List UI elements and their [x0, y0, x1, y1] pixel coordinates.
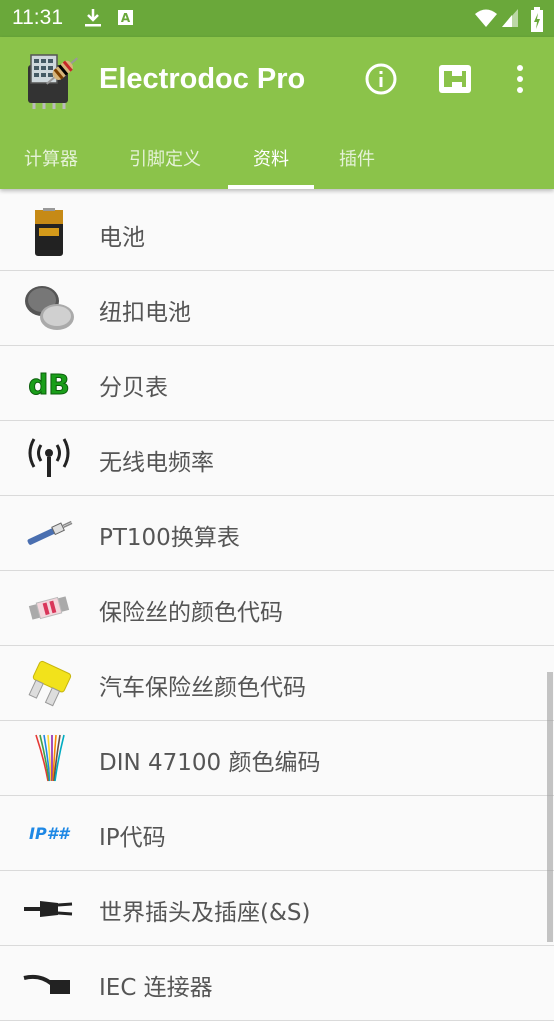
signal-icon	[502, 9, 518, 27]
info-icon[interactable]	[363, 61, 399, 97]
wires-icon	[35, 734, 65, 782]
overflow-menu-icon[interactable]	[502, 61, 538, 97]
a-icon: A	[118, 10, 133, 25]
svg-text:dB: dB	[28, 368, 69, 401]
tab-resources[interactable]: 资料	[253, 145, 289, 171]
app-title: Electrodoc Pro	[99, 63, 306, 95]
tab-plugins[interactable]: 插件	[339, 145, 375, 171]
list-item-label: IEC 连接器	[99, 975, 213, 1001]
car-fuse-icon	[28, 660, 72, 707]
status-bar: 11:31 A	[0, 0, 554, 37]
list-item-label: 世界插头及插座(&S)	[99, 900, 311, 926]
list-item-label: 保险丝的颜色代码	[99, 600, 283, 626]
scrollbar[interactable]	[547, 672, 553, 942]
list-item-coin-cell[interactable]: 纽扣电池	[0, 271, 554, 346]
iec-connector-icon	[23, 974, 70, 994]
coin-cell-icon	[25, 286, 74, 330]
db-icon: dB	[28, 368, 70, 402]
svg-text:IP##: IP##	[29, 824, 71, 843]
resource-list: 电池 纽扣电池 dB 分贝表 无线电频率 PT100换算表 保险丝的颜色代码 汽…	[0, 196, 554, 1021]
list-item-label: DIN 47100 颜色编码	[99, 750, 321, 776]
battery-status-icon	[531, 7, 543, 32]
list-item-label: 汽车保险丝颜色代码	[99, 675, 306, 701]
svg-text:A: A	[121, 11, 131, 25]
active-tab-indicator	[228, 185, 314, 189]
app-logo-icon	[28, 54, 78, 109]
list-item-din-47100[interactable]: DIN 47100 颜色编码	[0, 721, 554, 796]
battery-icon	[35, 208, 63, 256]
list-item-ip-code[interactable]: IP## IP代码	[0, 796, 554, 871]
wifi-icon	[475, 9, 497, 27]
fuse-icon	[28, 596, 70, 620]
list-item-fuse-color-code[interactable]: 保险丝的颜色代码	[0, 571, 554, 646]
list-item-pt100[interactable]: PT100换算表	[0, 496, 554, 571]
list-item-label: 纽扣电池	[99, 300, 191, 326]
plug-icon	[24, 901, 73, 917]
list-item-label: IP代码	[99, 825, 166, 851]
list-item-label: 分贝表	[99, 375, 168, 401]
list-item-radio-frequency[interactable]: 无线电频率	[0, 421, 554, 496]
list-item-battery[interactable]: 电池	[0, 196, 554, 271]
tab-pinouts[interactable]: 引脚定义	[129, 145, 201, 171]
list-item-label: PT100换算表	[99, 525, 240, 551]
list-item-world-plugs[interactable]: 世界插头及插座(&S)	[0, 871, 554, 946]
app-toolbar: Electrodoc Pro 计算器 引脚定义 资料 插件	[0, 37, 554, 189]
antenna-icon	[28, 438, 70, 477]
list-item-label: 无线电频率	[99, 450, 214, 476]
plugin-connector-icon[interactable]	[437, 61, 473, 97]
status-time: 11:31	[12, 6, 63, 29]
list-item-car-fuse[interactable]: 汽车保险丝颜色代码	[0, 646, 554, 721]
ip-code-icon: IP##	[29, 824, 71, 843]
pt100-sensor-icon	[27, 520, 73, 545]
tab-calculator[interactable]: 计算器	[24, 145, 78, 171]
tab-bar: 计算器 引脚定义 资料 插件	[0, 133, 554, 189]
download-icon	[85, 9, 101, 27]
list-item-decibel[interactable]: dB 分贝表	[0, 346, 554, 421]
list-item-label: 电池	[99, 225, 145, 251]
